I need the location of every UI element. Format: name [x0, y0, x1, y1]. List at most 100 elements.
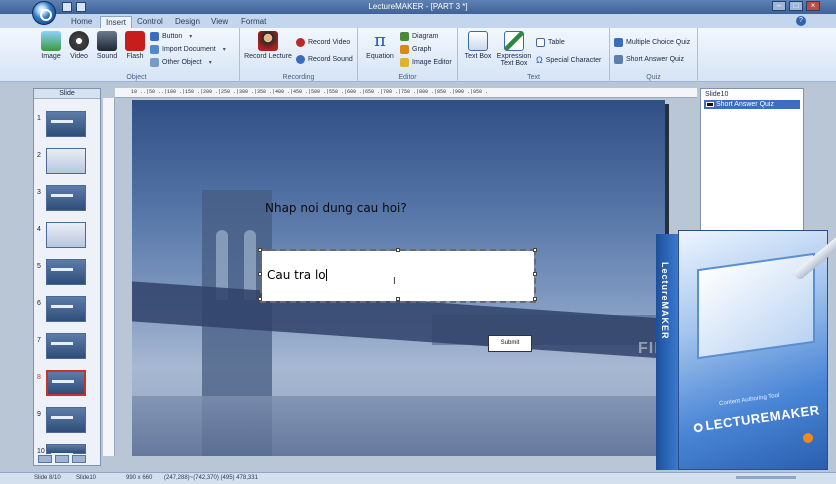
brand-logo-icon	[693, 422, 704, 433]
pencil-icon	[504, 31, 524, 51]
equation-button[interactable]: π Equation	[362, 30, 398, 61]
thumbnail-content	[51, 342, 73, 345]
graph-button[interactable]: Graph	[400, 45, 431, 54]
view-icon[interactable]	[38, 455, 52, 463]
slide-thumbnail[interactable]	[46, 296, 86, 322]
slide-number: 4	[37, 226, 41, 233]
record-lecture-button[interactable]: Record Lecture	[242, 31, 294, 60]
short-answer-icon	[614, 55, 623, 64]
help-icon[interactable]: ?	[796, 16, 806, 26]
group-text: Text Box Expression Text Box Table Ω Spe…	[458, 28, 610, 82]
tab-control[interactable]: Control	[132, 16, 168, 28]
pi-icon: π	[374, 30, 386, 51]
dropdown-caret-icon: ▾	[189, 34, 193, 40]
tab-view[interactable]: View	[206, 16, 233, 28]
slide-number: 6	[37, 300, 41, 307]
slide-thumbnail[interactable]	[46, 222, 86, 248]
vertical-ruler	[103, 98, 115, 456]
resize-handle[interactable]	[258, 297, 262, 301]
slide-thumbnail[interactable]	[46, 333, 86, 359]
slide-canvas[interactable]: Nhap noi dung cau hoi? Cau tra lo I Subm…	[132, 100, 665, 456]
thumbnail-content	[51, 416, 73, 419]
view-icon[interactable]	[55, 455, 69, 463]
thumbnail-content	[51, 194, 73, 197]
maximize-button[interactable]: □	[789, 1, 803, 11]
text-box-button[interactable]: Text Box	[462, 31, 494, 60]
product-box-spine-text: LectureMAKER	[660, 262, 670, 340]
close-button[interactable]: ×	[806, 1, 820, 11]
diagram-button[interactable]: Diagram	[400, 32, 438, 41]
slide-thumbnail[interactable]	[46, 370, 86, 396]
group-label-quiz: Quiz	[646, 74, 661, 81]
record-video-button[interactable]: Record Video	[296, 38, 350, 47]
ground-image	[132, 396, 665, 456]
minimize-button[interactable]: –	[772, 1, 786, 11]
image-editor-button[interactable]: Image Editor	[400, 58, 452, 67]
slide-thumbnail[interactable]	[46, 148, 86, 174]
lecturer-icon	[258, 31, 278, 51]
group-object: Image Video Sound Flash Button ▾ Import D…	[34, 28, 240, 82]
slide-thumbnail[interactable]	[46, 185, 86, 211]
slide-number: 9	[37, 411, 41, 418]
resize-handle[interactable]	[533, 272, 537, 276]
slide-panel-toolbar	[38, 455, 86, 463]
slide-number: 5	[37, 263, 41, 270]
view-icon[interactable]	[72, 455, 86, 463]
tab-design[interactable]: Design	[170, 16, 205, 28]
record-video-icon	[296, 38, 305, 47]
slide-number: 3	[37, 189, 41, 196]
submit-button[interactable]: Submit	[488, 335, 532, 352]
flash-button[interactable]: Flash	[122, 31, 148, 60]
product-box-front: Content Authoring Tool LECTUREMAKER	[678, 230, 836, 470]
ribbon: Image Video Sound Flash Button ▾ Import D…	[0, 28, 836, 82]
slide-thumbnail[interactable]	[46, 111, 86, 137]
product-box-spine: LectureMAKER	[656, 234, 678, 470]
button-menu[interactable]: Button ▾	[150, 32, 192, 41]
expression-text-box-button[interactable]: Expression Text Box	[496, 31, 532, 67]
slide-thumbnail[interactable]	[46, 407, 86, 433]
horizontal-ruler: 10 ..|50 ..|100 .|150 .|200 .|250 .|300 …	[115, 88, 697, 98]
product-tagline: Content Authoring Tool	[718, 392, 780, 408]
group-label-editor: Editor	[398, 74, 417, 81]
record-sound-icon	[296, 55, 305, 64]
multiple-choice-quiz-button[interactable]: Multiple Choice Quiz	[614, 38, 690, 47]
question-text[interactable]: Nhap noi dung cau hoi?	[265, 201, 407, 215]
slide-panel: Slide 1 2 3 4 5 6 7 8 9 10	[33, 88, 101, 466]
special-character-button[interactable]: Ω Special Character	[536, 55, 601, 65]
other-object-menu[interactable]: Other Object ▾	[150, 58, 212, 67]
slide-number: 10	[37, 448, 45, 455]
button-icon	[150, 32, 159, 41]
answer-text[interactable]: Cau tra lo	[267, 268, 327, 282]
tab-format[interactable]: Format	[236, 16, 271, 28]
tab-insert[interactable]: Insert	[100, 16, 133, 28]
resize-handle[interactable]	[533, 297, 537, 301]
tab-home[interactable]: Home	[66, 16, 97, 28]
resize-handle[interactable]	[396, 248, 400, 252]
slide-thumbnail[interactable]	[46, 259, 86, 285]
video-button[interactable]: Video	[66, 31, 92, 60]
import-document-menu[interactable]: Import Document ▾	[150, 45, 226, 54]
answer-input[interactable]: Cau tra lo I	[260, 249, 536, 303]
sound-icon	[97, 31, 117, 51]
document-icon	[150, 45, 159, 54]
sound-button[interactable]: Sound	[94, 31, 120, 60]
object-list-item[interactable]: Short Answer Quiz	[704, 100, 800, 109]
resize-handle[interactable]	[533, 248, 537, 252]
resize-handle[interactable]	[258, 248, 262, 252]
resize-handle[interactable]	[258, 272, 262, 276]
resize-handle[interactable]	[396, 297, 400, 301]
group-label-recording: Recording	[282, 74, 315, 81]
app-menu-button[interactable]	[32, 1, 56, 25]
slide-thumbnail[interactable]	[46, 444, 86, 456]
omega-icon: Ω	[536, 55, 543, 65]
status-slide-name: Slide10	[76, 475, 97, 481]
window-title: LectureMAKER - [PART 3 *]	[368, 2, 468, 11]
table-button[interactable]: Table	[536, 38, 565, 47]
image-button[interactable]: Image	[38, 31, 64, 60]
short-answer-quiz-button[interactable]: Short Answer Quiz	[614, 55, 684, 64]
product-brand: LECTUREMAKER	[693, 402, 820, 435]
group-quiz: Multiple Choice Quiz Short Answer Quiz Q…	[610, 28, 698, 82]
video-icon	[69, 31, 89, 51]
record-sound-button[interactable]: Record Sound	[296, 55, 353, 64]
thumbnail-content	[51, 305, 73, 308]
